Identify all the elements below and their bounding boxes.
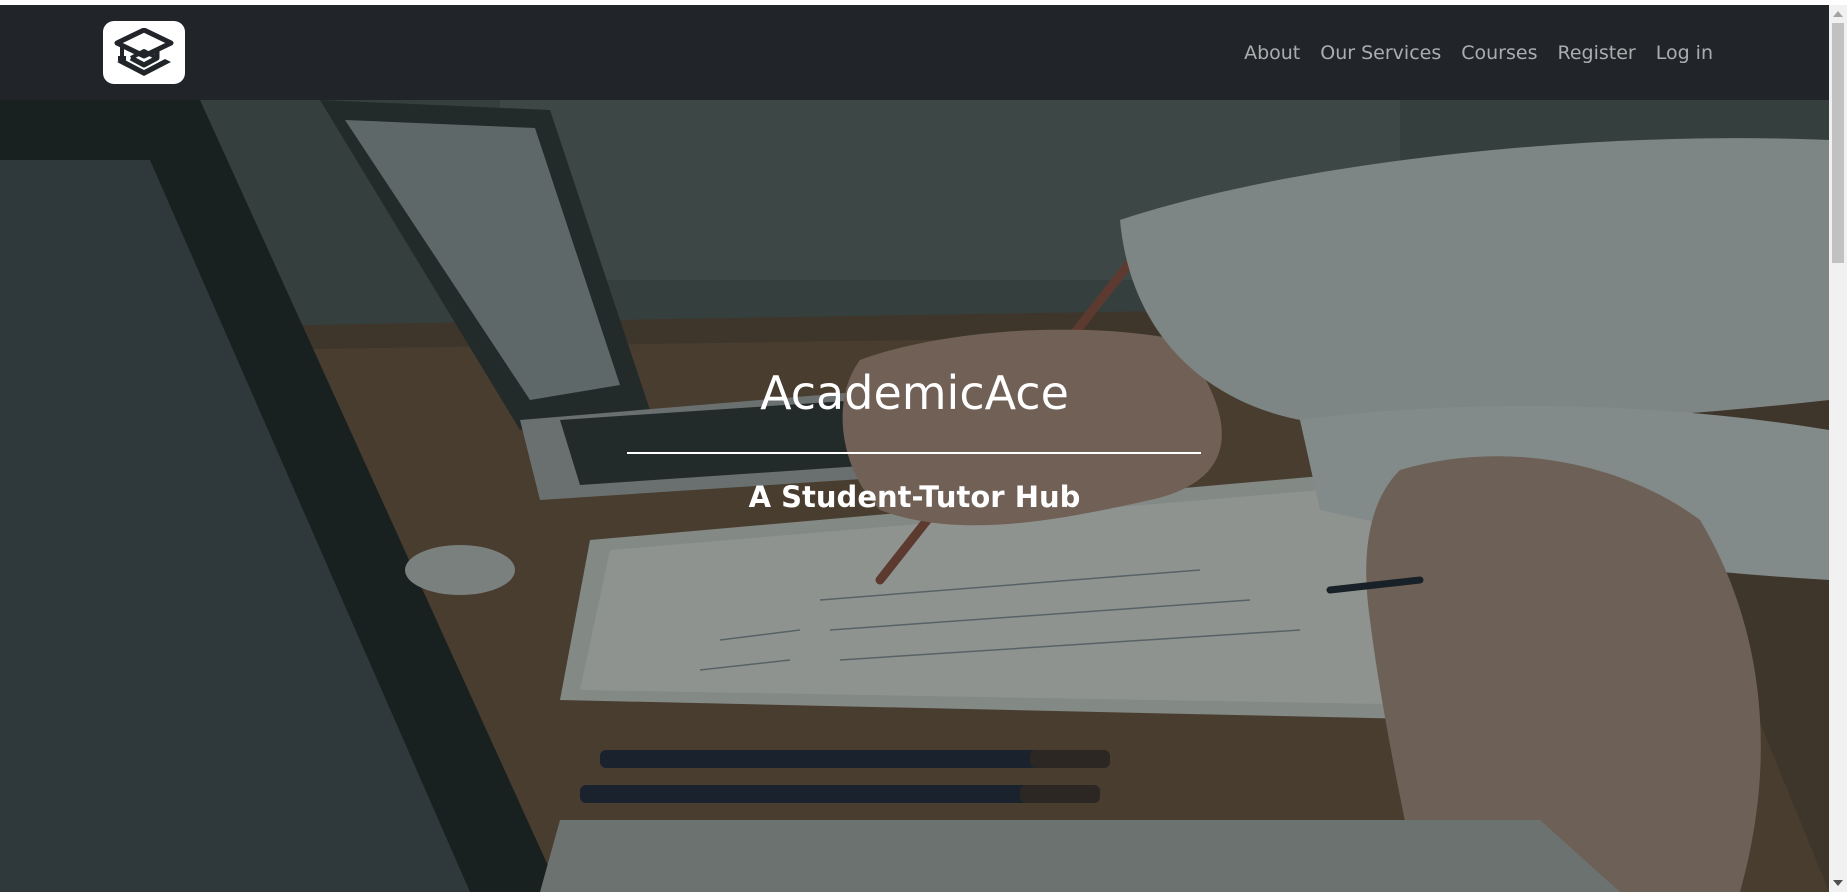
logo-link[interactable] — [103, 21, 185, 84]
page: About Our Services Courses Register Log … — [0, 0, 1847, 892]
nav-link-about[interactable]: About — [1244, 42, 1300, 64]
hero-section: AcademicAce A Student-Tutor Hub — [0, 100, 1829, 892]
nav-link-courses[interactable]: Courses — [1461, 42, 1537, 64]
scroll-up-icon[interactable] — [1833, 11, 1843, 17]
graduation-cap-logo-icon — [114, 27, 174, 76]
nav-link-our-services[interactable]: Our Services — [1320, 42, 1441, 64]
hero-divider — [627, 452, 1201, 454]
vertical-scrollbar[interactable] — [1829, 5, 1847, 892]
nav-links: About Our Services Courses Register Log … — [1244, 5, 1713, 100]
hero-title: AcademicAce — [760, 366, 1069, 420]
nav-link-register[interactable]: Register — [1557, 42, 1635, 64]
scroll-down-icon[interactable] — [1833, 880, 1843, 886]
hero-subtitle: A Student-Tutor Hub — [748, 480, 1081, 514]
scrollbar-thumb[interactable] — [1832, 23, 1844, 263]
navbar: About Our Services Courses Register Log … — [0, 5, 1829, 100]
nav-link-log-in[interactable]: Log in — [1656, 42, 1713, 64]
